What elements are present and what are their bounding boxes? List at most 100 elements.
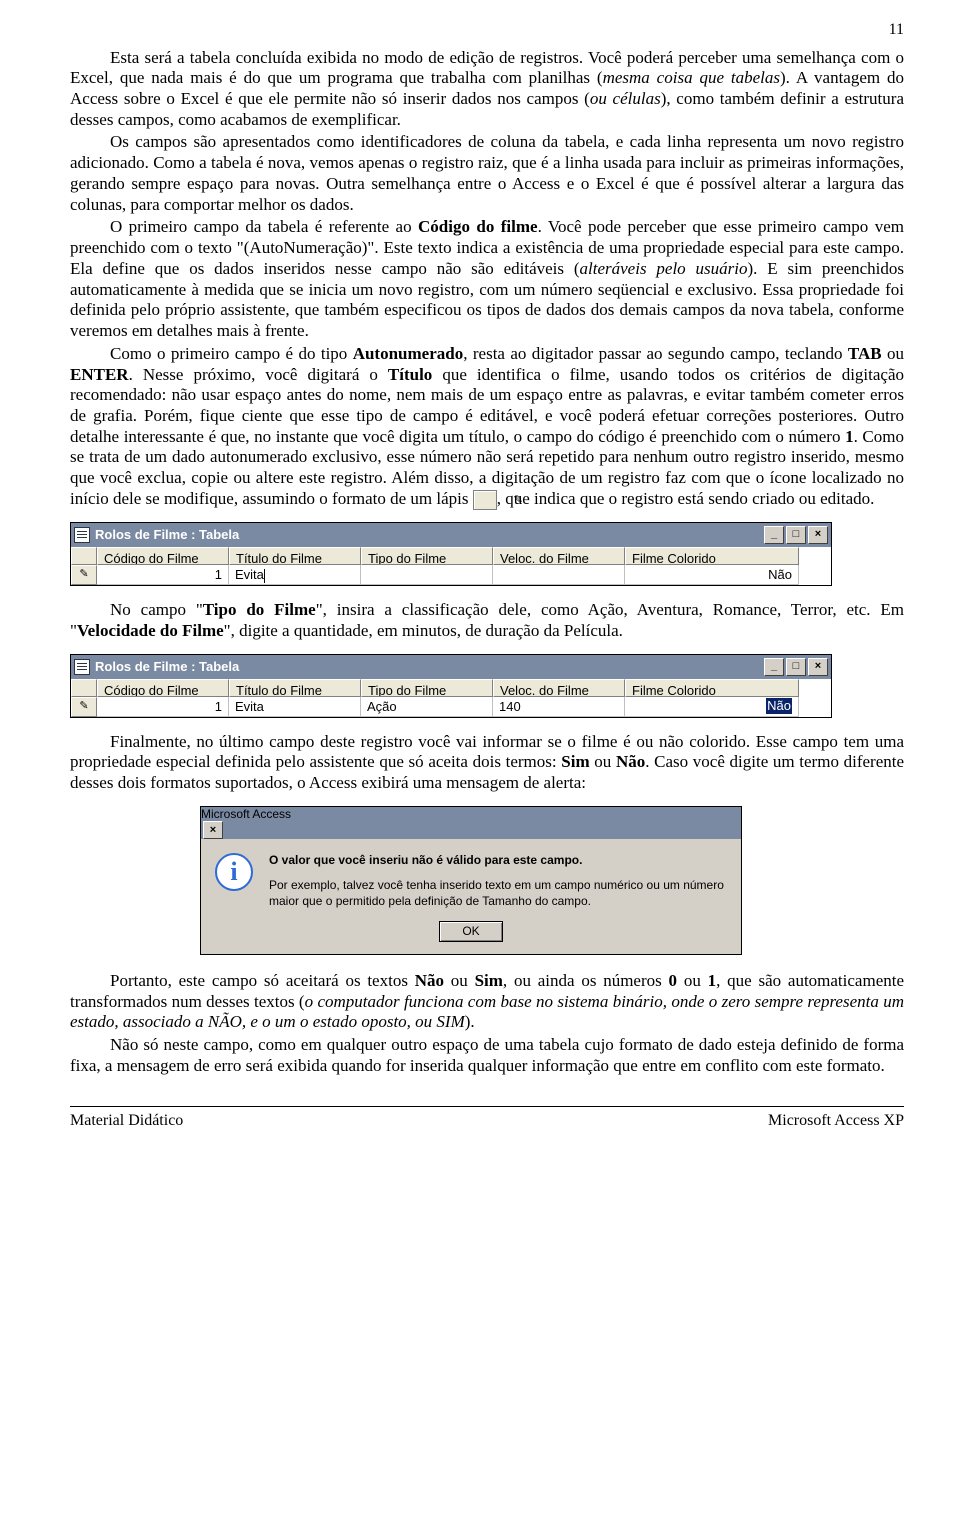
text: ou [444, 971, 475, 990]
text-bold: Sim [475, 971, 503, 990]
text: , ou ainda os números [503, 971, 669, 990]
text-bold: Não [616, 752, 645, 771]
row-selector-header[interactable] [71, 547, 97, 565]
datasheet-grid: Código do Filme Título do Filme Tipo do … [71, 679, 831, 717]
header-row: Código do Filme Título do Filme Tipo do … [71, 679, 831, 697]
window-title: Rolos de Filme : Tabela [95, 659, 239, 675]
column-header[interactable]: Veloc. do Filme [493, 547, 625, 565]
text-bold: 1 [708, 971, 717, 990]
text: ou [677, 971, 708, 990]
cell-veloc[interactable] [493, 565, 625, 585]
close-button[interactable]: × [808, 658, 828, 676]
text-bold: Título [388, 365, 432, 384]
paragraph-7: Portanto, este campo só aceitará os text… [70, 971, 904, 1033]
text-cursor [264, 569, 265, 583]
column-header[interactable]: Código do Filme [97, 679, 229, 697]
text-bold: TAB [848, 344, 882, 363]
text: ou [882, 344, 904, 363]
row-marker-pencil-icon[interactable]: ✎ [71, 697, 97, 717]
text-bold: Velocidade do Filme [77, 621, 224, 640]
column-header[interactable]: Tipo do Filme [361, 679, 493, 697]
cell-codigo[interactable]: 1 [97, 565, 229, 585]
minimize-button[interactable]: _ [764, 526, 784, 544]
cell-tipo[interactable] [361, 565, 493, 585]
text: Portanto, este campo só aceitará os text… [110, 971, 415, 990]
table-row: ✎ 1 Evita Não [71, 565, 831, 585]
column-header[interactable]: Tipo do Filme [361, 547, 493, 565]
ok-button[interactable]: OK [439, 921, 502, 942]
text-bold: Não [415, 971, 444, 990]
access-error-dialog: Microsoft Access × i O valor que você in… [200, 806, 742, 955]
paragraph-1: Esta será a tabela concluída exibida no … [70, 48, 904, 131]
selected-text: Não [766, 698, 792, 714]
text-bold: 0 [669, 971, 678, 990]
cell-text: Evita [235, 567, 264, 582]
cell-colorido-selected[interactable]: Não [625, 697, 799, 717]
access-table-window-1: Rolos de Filme : Tabela _ □ × Código do … [70, 522, 832, 586]
text: . Nesse próximo, você digitará o [129, 365, 388, 384]
row-marker-pencil-icon[interactable]: ✎ [71, 565, 97, 585]
paragraph-2: Os campos são apresentados como identifi… [70, 132, 904, 215]
dialog-titlebar: Microsoft Access × [201, 807, 741, 840]
table-row: ✎ 1 Evita Ação 140 Não [71, 697, 831, 717]
text-bold: Autonumerado [353, 344, 464, 363]
header-row: Código do Filme Título do Filme Tipo do … [71, 547, 831, 565]
text: , que indica que o registro está sendo c… [497, 489, 875, 508]
text-bold: Tipo do Filme [203, 600, 316, 619]
row-selector-header[interactable] [71, 679, 97, 697]
column-header[interactable]: Título do Filme [229, 679, 361, 697]
maximize-button[interactable]: □ [786, 658, 806, 676]
column-header[interactable]: Título do Filme [229, 547, 361, 565]
column-header[interactable]: Filme Colorido [625, 679, 799, 697]
close-button[interactable]: × [808, 526, 828, 544]
paragraph-5: No campo "Tipo do Filme", insira a class… [70, 600, 904, 641]
text: ", digite a quantidade, em minutos, de d… [224, 621, 623, 640]
pencil-icon: ✎ [473, 490, 497, 510]
text: Como o primeiro campo é do tipo [110, 344, 353, 363]
page-number: 11 [70, 0, 904, 48]
column-header[interactable]: Código do Filme [97, 547, 229, 565]
cell-codigo[interactable]: 1 [97, 697, 229, 717]
info-icon: i [215, 853, 253, 891]
text: No campo " [110, 600, 203, 619]
maximize-button[interactable]: □ [786, 526, 806, 544]
datasheet-icon [74, 659, 90, 675]
paragraph-3: O primeiro campo da tabela é referente a… [70, 217, 904, 341]
cell-titulo[interactable]: Evita [229, 697, 361, 717]
text-italic: alteráveis pelo usuário [580, 259, 748, 278]
text: ou [590, 752, 616, 771]
dialog-title: Microsoft Access [201, 807, 291, 821]
dialog-text: O valor que você inseriu não é válido pa… [269, 853, 727, 909]
minimize-button[interactable]: _ [764, 658, 784, 676]
window-title: Rolos de Filme : Tabela [95, 527, 239, 543]
cell-titulo[interactable]: Evita [229, 565, 361, 585]
column-header[interactable]: Veloc. do Filme [493, 679, 625, 697]
text: , resta ao digitador passar ao segundo c… [463, 344, 848, 363]
text-bold: Código do filme [418, 217, 538, 236]
footer-left: Material Didático [70, 1111, 183, 1131]
titlebar: Rolos de Filme : Tabela _ □ × [71, 523, 831, 547]
cell-tipo[interactable]: Ação [361, 697, 493, 717]
paragraph-6: Finalmente, no último campo deste regist… [70, 732, 904, 794]
footer-right: Microsoft Access XP [768, 1111, 904, 1131]
dialog-message-detail: Por exemplo, talvez você tenha inserido … [269, 878, 727, 909]
cell-colorido[interactable]: Não [625, 565, 799, 585]
text-italic: ou células [590, 89, 661, 108]
text: ). [465, 1012, 475, 1031]
paragraph-4: Como o primeiro campo é do tipo Autonume… [70, 344, 904, 510]
column-header[interactable]: Filme Colorido [625, 547, 799, 565]
access-table-window-2: Rolos de Filme : Tabela _ □ × Código do … [70, 654, 832, 718]
text-bold: Sim [561, 752, 589, 771]
paragraph-8: Não só neste campo, como em qualquer out… [70, 1035, 904, 1076]
text-bold: 1 [845, 427, 854, 446]
titlebar: Rolos de Filme : Tabela _ □ × [71, 655, 831, 679]
cell-veloc[interactable]: 140 [493, 697, 625, 717]
page-footer: Material Didático Microsoft Access XP [70, 1106, 904, 1131]
text-italic: mesma coisa que tabelas [603, 68, 780, 87]
text-bold: ENTER [70, 365, 129, 384]
dialog-message-bold: O valor que você inseriu não é válido pa… [269, 853, 727, 868]
datasheet-grid: Código do Filme Título do Filme Tipo do … [71, 547, 831, 585]
datasheet-icon [74, 527, 90, 543]
close-button[interactable]: × [203, 821, 223, 839]
text: O primeiro campo da tabela é referente a… [110, 217, 418, 236]
